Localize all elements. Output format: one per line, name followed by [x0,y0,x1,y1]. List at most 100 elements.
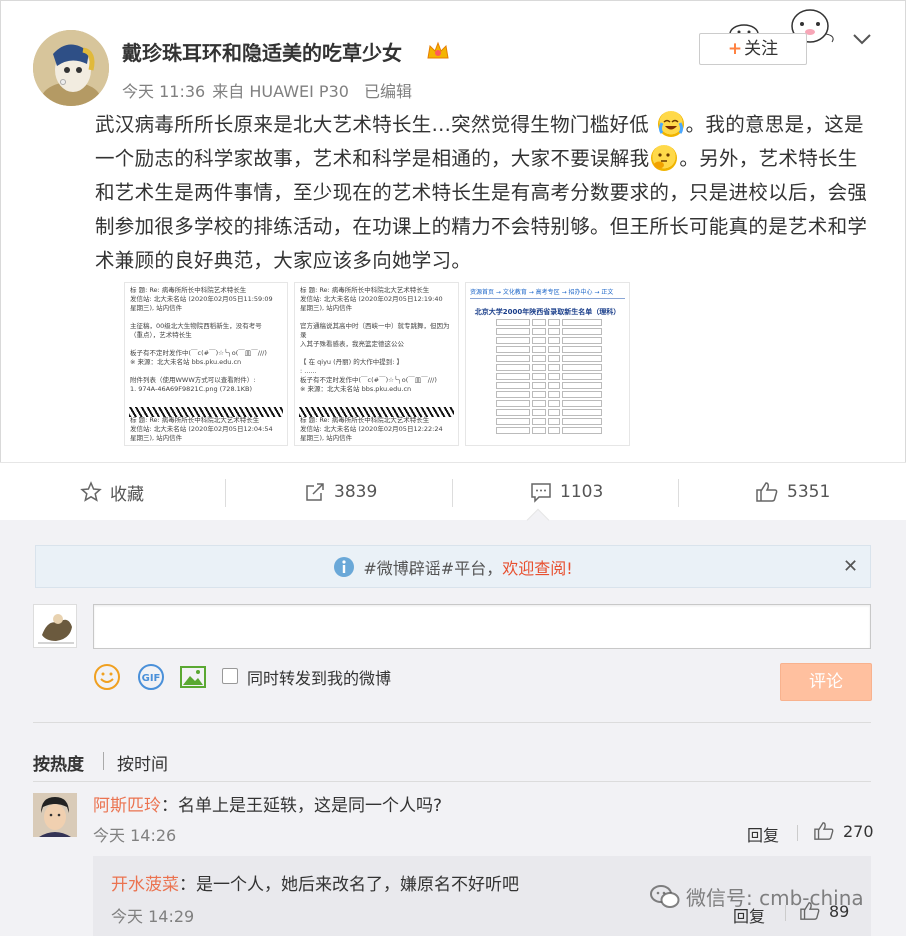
comment-icon [531,483,551,503]
image-1-footer: 标 题: Re: 病毒所所长中科院北大艺术特长生 发信站: 北大未名站 (202… [125,413,278,445]
info-icon [334,556,355,577]
table-row [496,418,625,425]
rumor-text: #微博辟谣#平台， [363,558,503,578]
post-meta: 今天 11:36 来自 HUAWEI P30 已编辑 [122,78,422,102]
vip-crown-icon[interactable] [426,40,450,62]
img2-line: 星期三), 站内信件 [300,304,353,312]
img2-line: 【 在 qiyu (丹丽) 的大作中提到: 】 [300,358,403,366]
img1-line: 主征稿，00级北大生物院西稻新生，没有考号 [130,322,262,330]
wechat-icon [650,884,680,908]
sub-comment-user-name[interactable]: 开水菠菜 [111,875,179,895]
submit-comment-button[interactable]: 评论 [780,663,872,701]
post-image-2[interactable]: 标 题: Re: 病毒所所长中科院北大艺术特长生 发信站: 北大未名站 (202… [294,282,459,446]
img3-title: 北京大学2000年陕西省录取新生名单（理科） [474,308,621,316]
img2-line: 星期三), 站内信件 [300,434,353,442]
comment-like-button[interactable]: 270 [813,821,874,841]
repost-button[interactable]: 3839 [304,463,377,521]
img1-line: 标 题: Re: 病毒所所长中科院北大艺术特长生 [130,416,260,424]
img2-line: 标 题: Re: 病毒所所长中科院北大艺术特长生 [300,286,430,294]
like-count: 5351 [787,482,831,502]
table-row [496,364,625,371]
author-avatar[interactable] [33,30,109,106]
comment-user-name[interactable]: 阿斯匹玲 [93,796,161,816]
emoji-icon[interactable] [93,663,121,691]
img1-line: （重点），艺术特长生 [130,331,192,339]
star-icon [80,481,102,502]
img1-line: 星期三), 站内信件 [130,434,183,442]
post-image-1[interactable]: 标 题: Re: 病毒所所长中科院艺术特长生 发信站: 北大未名站 (2020年… [124,282,288,446]
img3-header: 资源首页 → 文化教育 → 高考专区 → 招办中心 → 正文 [470,287,625,299]
rumor-link[interactable]: 欢迎查阅! [502,559,572,578]
post-source: 来自 HUAWEI P30 [212,82,349,101]
sub-comment-text: 开水菠菜：是一个人，她后来改名了，嫌原名不好听吧 [111,870,519,895]
reply-button[interactable]: 回复 [747,822,779,846]
comment-time: 今天 14:26 [93,826,177,845]
table-row [496,319,625,326]
my-avatar[interactable] [33,604,77,648]
table-row [496,355,625,362]
repost-count: 3839 [334,482,378,502]
table-row [496,346,625,353]
favorite-button[interactable]: 收藏 [80,463,144,521]
cry-laugh-emoji-icon [657,111,684,137]
img1-line: 星期三), 站内信件 [130,304,183,312]
img2-line: 官方通稿说其高中时（西峡一中）就专跳舞，但因为录 [300,322,450,339]
repost-icon [306,483,324,501]
wechat-watermark: 微信号: cmb-china [650,882,864,911]
img2-line: 发信站: 北大未名站 (2020年02月05日12:19:40 [300,295,443,303]
comment-count: 1103 [560,482,604,502]
follow-label: 关注 [744,39,779,59]
thinking-emoji-icon [651,145,678,171]
sort-divider [103,752,104,770]
post-text-part1: 武汉病毒所所长原来是北大艺术特长生...突然觉得生物门槛好低 [95,113,650,136]
follow-button[interactable]: + 关注 [699,33,807,65]
post-image-3[interactable]: 资源首页 → 文化教育 → 高考专区 → 招办中心 → 正文 北京大学2000年… [465,282,630,446]
img2-line: 标 题: Re: 病毒所所长中科院北大艺术特长生 [300,416,430,424]
svg-text:GIF: GIF [142,673,161,684]
image-2-footer: 标 题: Re: 病毒所所长中科院北大艺术特长生 发信站: 北大未名站 (202… [295,413,448,445]
table-row [496,409,625,416]
chevron-down-icon[interactable] [851,30,873,48]
action-divider [452,479,453,507]
img2-line: 发信站: 北大未名站 (2020年02月05日12:22:24 [300,425,443,433]
action-divider [225,479,226,507]
img1-line: 标 题: Re: 病毒所所长中科院艺术特长生 [130,286,247,294]
plus-icon: + [727,39,743,59]
comment-divider [797,825,798,841]
divider [33,722,871,723]
table-row [496,427,625,434]
close-icon[interactable]: ✕ [843,556,858,577]
image-icon[interactable] [179,663,207,691]
like-button[interactable]: 5351 [755,463,830,521]
thumbs-up-icon [756,482,778,502]
table-row [496,328,625,335]
table-row [496,373,625,380]
author-name[interactable]: 戴珍珠耳环和隐适美的吃草少女 [122,37,402,66]
image-3-content: 资源首页 → 文化教育 → 高考专区 → 招办中心 → 正文 北京大学2000年… [466,283,629,438]
comment-text: 阿斯匹玲：名单上是王延轶，这是同一个人吗? [93,791,442,816]
sort-by-hot-tab[interactable]: 按热度 [33,750,84,775]
table-row [496,400,625,407]
table-row [496,382,625,389]
action-divider [678,479,679,507]
comment-input[interactable] [93,604,871,649]
post-time[interactable]: 今天 11:36 [122,82,205,101]
img1-line: 板子有不定时发作中(￣c(#￣)☆╰╮o(￣皿￣///) [130,349,267,357]
sort-by-time-tab[interactable]: 按时间 [117,750,168,775]
repost-checkbox[interactable] [222,668,238,684]
table-row [496,337,625,344]
rumor-notice: #微博辟谣#平台，欢迎查阅! [35,545,871,588]
edited-tag[interactable]: 已编辑 [364,82,412,101]
comment-like-count: 270 [843,821,874,841]
gif-icon[interactable]: GIF [137,663,165,691]
sub-comment-body: ：是一个人，她后来改名了，嫌原名不好听吧 [179,875,519,895]
img1-line: 发信站: 北大未名站 (2020年02月05日12:04:54 [130,425,273,433]
post-body: 武汉病毒所所长原来是北大艺术特长生...突然觉得生物门槛好低 。我的意思是，这是… [95,108,875,278]
img2-line: 板子有不定时发作中(￣c(#￣)☆╰╮o(￣皿￣///) [300,376,437,384]
thumbs-up-icon [814,822,834,840]
commenter-avatar[interactable] [33,793,77,837]
img1-line: 附件列表（使用WWW方式可以查看附件）: [130,376,256,384]
img1-line: ※ 来源：北大未名站 bbs.pku.edu.cn [130,358,242,366]
repost-checkbox-label[interactable]: 同时转发到我的微博 [247,665,391,689]
image-1-content: 标 题: Re: 病毒所所长中科院艺术特长生 发信站: 北大未名站 (2020年… [125,283,287,397]
